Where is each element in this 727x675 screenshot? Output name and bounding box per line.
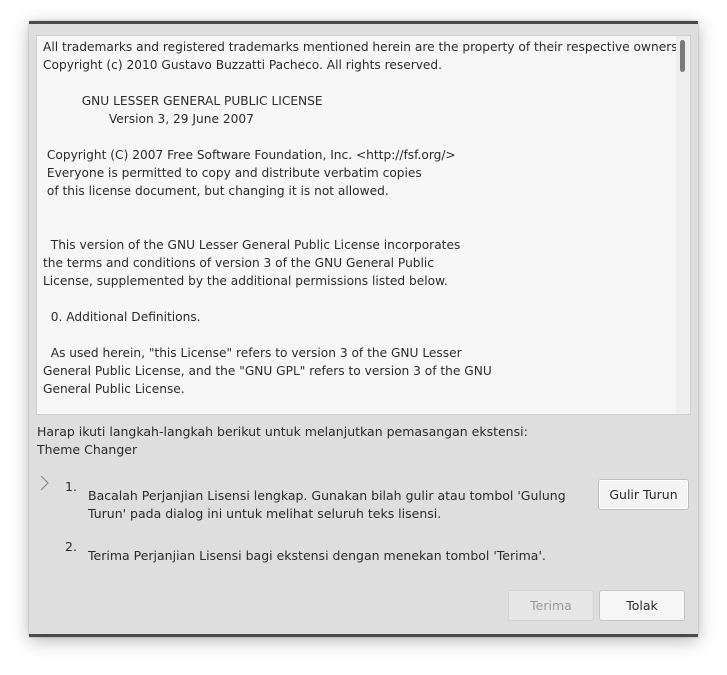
step-1-number: 1. xyxy=(65,479,77,494)
license-text-area[interactable]: All trademarks and registered trademarks… xyxy=(36,35,691,415)
instruction-text: Harap ikuti langkah-langkah berikut untu… xyxy=(37,424,528,439)
instruction-block: Harap ikuti langkah-langkah berikut untu… xyxy=(37,423,528,459)
scrollbar-thumb[interactable] xyxy=(680,40,685,72)
step-2-text: Terima Perjanjian Lisensi bagi ekstensi … xyxy=(88,548,546,563)
license-dialog: All trademarks and registered trademarks… xyxy=(29,21,698,637)
accept-button[interactable]: Terima xyxy=(508,590,594,621)
license-dialog-frame: All trademarks and registered trademarks… xyxy=(29,21,698,637)
license-text: All trademarks and registered trademarks… xyxy=(43,40,682,396)
step-2-number: 2. xyxy=(65,539,77,554)
extension-name: Theme Changer xyxy=(37,442,138,457)
decline-button[interactable]: Tolak xyxy=(599,590,685,621)
scroll-down-button[interactable]: Gulir Turun xyxy=(598,479,689,510)
step-1-text: Bacalah Perjanjian Lisensi lengkap. Guna… xyxy=(88,488,566,521)
chevron-right-icon xyxy=(40,475,49,491)
license-scrollbar[interactable] xyxy=(676,36,690,414)
